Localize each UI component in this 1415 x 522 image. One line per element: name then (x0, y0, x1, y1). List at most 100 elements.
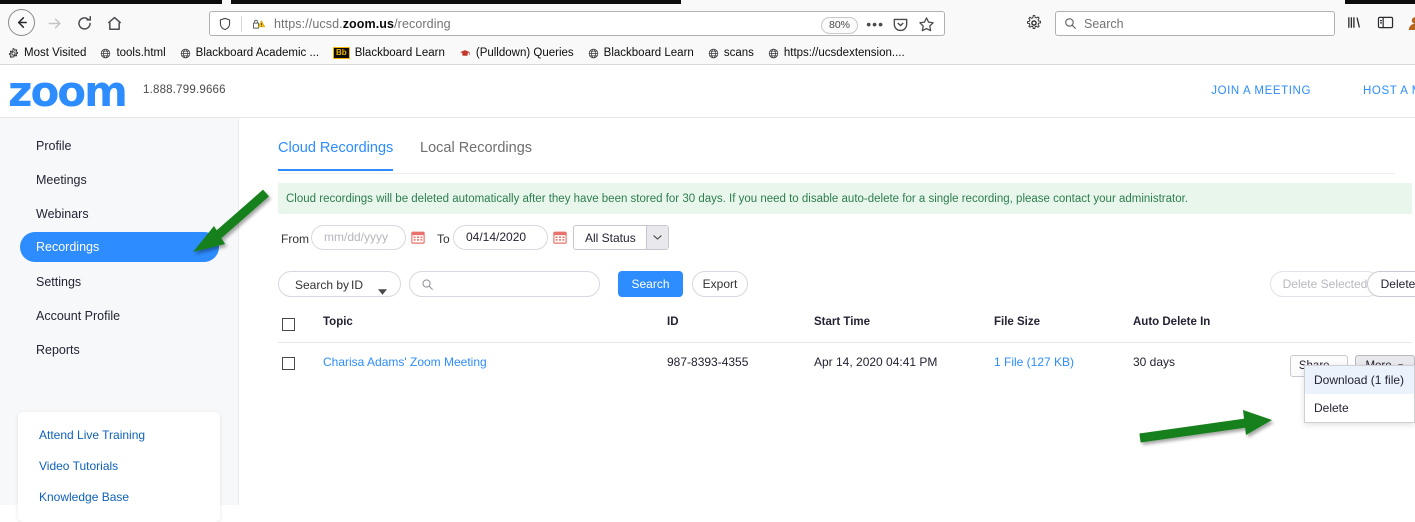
bookmark-ucsdextension[interactable]: https://ucsdextension.... (768, 47, 905, 59)
from-label: From (281, 232, 309, 246)
reload-button[interactable] (71, 10, 97, 36)
web-page-content: zoom 1.888.799.9666 JOIN A MEETING HOST … (0, 65, 1415, 505)
column-header-topic[interactable]: Topic (323, 316, 353, 328)
sidebar-item-label: Webinars (36, 207, 89, 221)
sidebar-item-label: Meetings (36, 173, 87, 187)
bookmark-label: Blackboard Learn (355, 47, 445, 59)
bookmarks-toolbar: Most Visited tools.html Blackboard Acade… (0, 41, 1415, 65)
tab-cloud-recordings[interactable]: Cloud Recordings (278, 140, 393, 171)
table-header-row: Topic ID Start Time File Size Auto Delet… (278, 314, 1412, 343)
sidebar-item-profile[interactable]: Profile (20, 131, 219, 161)
bookmark-blackboard-learn-1[interactable]: Bb Blackboard Learn (333, 47, 445, 59)
sidebar-item-meetings[interactable]: Meetings (20, 165, 219, 195)
tracking-protection-shield-icon[interactable] (218, 17, 232, 31)
search-by-value: ID (351, 278, 363, 292)
sidebar-item-recordings[interactable]: Recordings (20, 232, 219, 262)
menu-item-download[interactable]: Download (1 file) (1305, 366, 1414, 394)
status-filter-select[interactable]: All Status (573, 225, 669, 250)
library-icon[interactable] (1346, 15, 1362, 35)
help-resources-card: Attend Live Training Video Tutorials Kno… (18, 412, 220, 522)
bookmark-pulldown-queries[interactable]: (Pulldown) Queries (459, 47, 574, 59)
bookmark-label: (Pulldown) Queries (476, 47, 574, 59)
url-text: https://ucsd.zoom.us/recording (274, 17, 451, 31)
globe-icon (180, 48, 191, 59)
globe-icon (768, 48, 779, 59)
bookmark-most-visited[interactable]: Most Visited (8, 47, 86, 59)
column-header-file-size[interactable]: File Size (994, 316, 1040, 328)
bookmark-label: Most Visited (24, 47, 86, 59)
column-header-start-time[interactable]: Start Time (814, 316, 870, 328)
gear-icon (8, 48, 19, 59)
browser-search-bar[interactable]: Search (1055, 11, 1335, 36)
url-bar[interactable]: https://ucsd.zoom.us/recording 80% ••• (209, 11, 945, 36)
row-file-size-link[interactable]: 1 File (127 KB) (994, 355, 1074, 369)
from-date-input[interactable]: mm/dd/yyyy (311, 225, 406, 250)
page-actions-ellipsis-button[interactable]: ••• (866, 16, 884, 32)
export-button[interactable]: Export (692, 271, 748, 297)
join-a-meeting-link[interactable]: JOIN A MEETING (1211, 85, 1311, 97)
sidebar-item-label: Recordings (36, 240, 99, 254)
knowledge-base-link[interactable]: Knowledge Base (39, 490, 129, 504)
search-icon (421, 278, 434, 291)
recordings-tabs: Cloud Recordings Local Recordings (278, 140, 1395, 174)
sidebar-item-label: Reports (36, 343, 80, 357)
delete-selected-button[interactable]: Delete Selected (1270, 271, 1380, 297)
navigation-toolbar: https://ucsd.zoom.us/recording 80% ••• S… (0, 4, 1415, 41)
sidebar: Profile Meetings Webinars Recordings Set… (0, 118, 239, 505)
zoom-level-badge[interactable]: 80% (821, 17, 858, 34)
graduation-cap-icon (459, 48, 471, 59)
bookmark-label: Blackboard Academic ... (196, 47, 319, 59)
search-button[interactable]: Search (618, 271, 683, 297)
globe-icon (708, 48, 719, 59)
back-button[interactable] (8, 9, 35, 36)
sidebar-item-account-profile[interactable]: Account Profile (20, 301, 219, 331)
forward-button[interactable] (41, 10, 67, 36)
chevron-down-icon[interactable] (646, 226, 668, 249)
column-header-auto-delete-in[interactable]: Auto Delete In (1133, 316, 1210, 328)
calendar-icon[interactable] (553, 230, 567, 249)
zoom-logo[interactable]: zoom (8, 73, 126, 111)
globe-icon (100, 48, 111, 59)
gear-icon[interactable] (1026, 15, 1042, 36)
video-tutorials-link[interactable]: Video Tutorials (39, 459, 118, 473)
bookmark-blackboard-academic[interactable]: Blackboard Academic ... (180, 47, 319, 59)
attend-live-training-link[interactable]: Attend Live Training (39, 428, 145, 442)
search-icon (1064, 17, 1077, 30)
bookmark-blackboard-learn-2[interactable]: Blackboard Learn (588, 47, 694, 59)
pocket-save-icon[interactable] (892, 16, 909, 38)
bookmark-scans[interactable]: scans (708, 47, 754, 59)
sidebar-item-settings[interactable]: Settings (20, 267, 219, 297)
support-phone-number: 1.888.799.9666 (143, 84, 226, 96)
lock-warning-icon[interactable] (251, 17, 266, 31)
select-all-checkbox[interactable] (282, 318, 295, 331)
bookmark-star-icon[interactable] (918, 16, 935, 38)
column-header-id[interactable]: ID (667, 316, 679, 328)
zoom-site-header: zoom 1.888.799.9666 JOIN A MEETING HOST … (0, 65, 1415, 118)
bookmark-label: https://ucsdextension.... (784, 47, 905, 59)
menu-item-delete[interactable]: Delete (1305, 394, 1414, 422)
notice-text: Cloud recordings will be deleted automat… (286, 193, 1188, 205)
calendar-icon[interactable] (411, 230, 425, 249)
tabs-underline (278, 173, 1395, 174)
chevron-down-icon[interactable] (378, 282, 387, 300)
row-select-checkbox[interactable] (282, 357, 295, 370)
account-avatar-icon[interactable] (1407, 15, 1415, 36)
browser-search-placeholder: Search (1084, 17, 1124, 31)
search-by-select[interactable]: Search by ID (278, 271, 401, 297)
row-auto-delete-in: 30 days (1133, 355, 1175, 369)
tab-local-recordings[interactable]: Local Recordings (420, 140, 532, 169)
row-id: 987-8393-4355 (667, 355, 748, 369)
sidebar-item-webinars[interactable]: Webinars (20, 199, 219, 229)
home-button[interactable] (101, 10, 127, 36)
sidebar-toggle-icon[interactable] (1377, 15, 1394, 35)
host-a-meeting-link[interactable]: HOST A MEETI (1363, 85, 1415, 97)
delete-all-button[interactable]: Delete All (1367, 271, 1415, 297)
auto-delete-notice-banner: Cloud recordings will be deleted automat… (278, 183, 1412, 214)
to-date-input[interactable]: 04/14/2020 (453, 225, 548, 250)
main-content: Cloud Recordings Local Recordings Cloud … (239, 118, 1415, 505)
recording-search-input[interactable] (409, 271, 600, 297)
browser-chrome: https://ucsd.zoom.us/recording 80% ••• S… (0, 0, 1415, 65)
sidebar-item-reports[interactable]: Reports (20, 335, 219, 365)
bookmark-tools-html[interactable]: tools.html (100, 47, 165, 59)
row-topic-link[interactable]: Charisa Adams' Zoom Meeting (323, 355, 487, 369)
